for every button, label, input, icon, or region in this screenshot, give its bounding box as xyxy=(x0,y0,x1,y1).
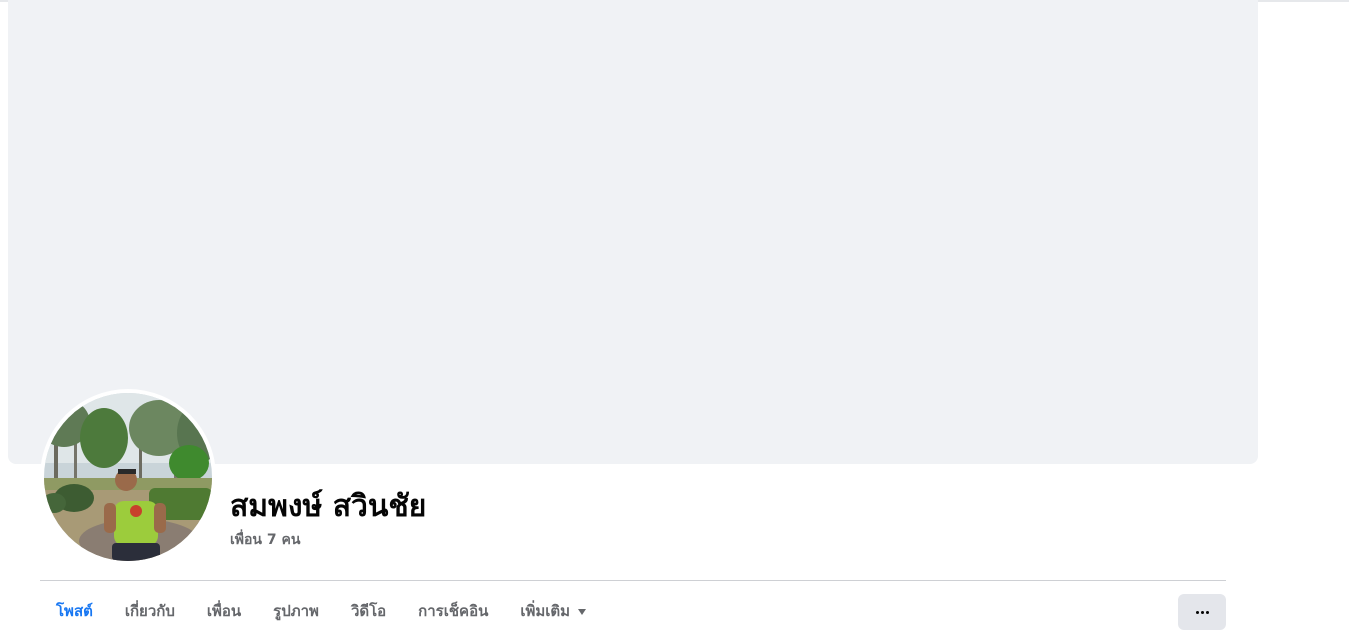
profile-picture-frame[interactable] xyxy=(40,389,216,565)
tab-about[interactable]: เกี่ยวกับ xyxy=(109,590,191,632)
divider xyxy=(40,580,1226,581)
tab-label: การเช็คอิน xyxy=(418,602,489,620)
more-options-button[interactable] xyxy=(1178,594,1226,630)
tab-label: เพื่อน xyxy=(206,602,242,620)
cover-photo[interactable] xyxy=(8,0,1258,464)
profile-tabs: โพสต์ เกี่ยวกับ เพื่อน รูปภาพ วิดีโอ การ… xyxy=(40,590,602,632)
tab-label: โพสต์ xyxy=(56,602,93,620)
profile-photo-image xyxy=(44,393,212,561)
caret-down-icon xyxy=(578,609,587,615)
tab-checkins[interactable]: การเช็คอิน xyxy=(402,590,504,632)
friend-count[interactable]: เพื่อน 7 คน xyxy=(230,530,300,550)
tab-label: รูปภาพ xyxy=(273,602,319,620)
tab-posts[interactable]: โพสต์ xyxy=(40,590,109,632)
tab-more[interactable]: เพิ่มเติม xyxy=(504,590,602,632)
profile-name: สมพงษ์ สวินชัย xyxy=(230,489,427,524)
tab-videos[interactable]: วิดีโอ xyxy=(335,590,402,632)
tab-friends[interactable]: เพื่อน xyxy=(191,590,257,632)
tab-photos[interactable]: รูปภาพ xyxy=(257,590,335,632)
tab-label: วิดีโอ xyxy=(350,602,387,620)
tab-label: เกี่ยวกับ xyxy=(124,602,175,620)
profile-picture[interactable] xyxy=(44,393,212,561)
ellipsis-icon xyxy=(1195,610,1209,614)
tab-label: เพิ่มเติม xyxy=(520,602,571,620)
